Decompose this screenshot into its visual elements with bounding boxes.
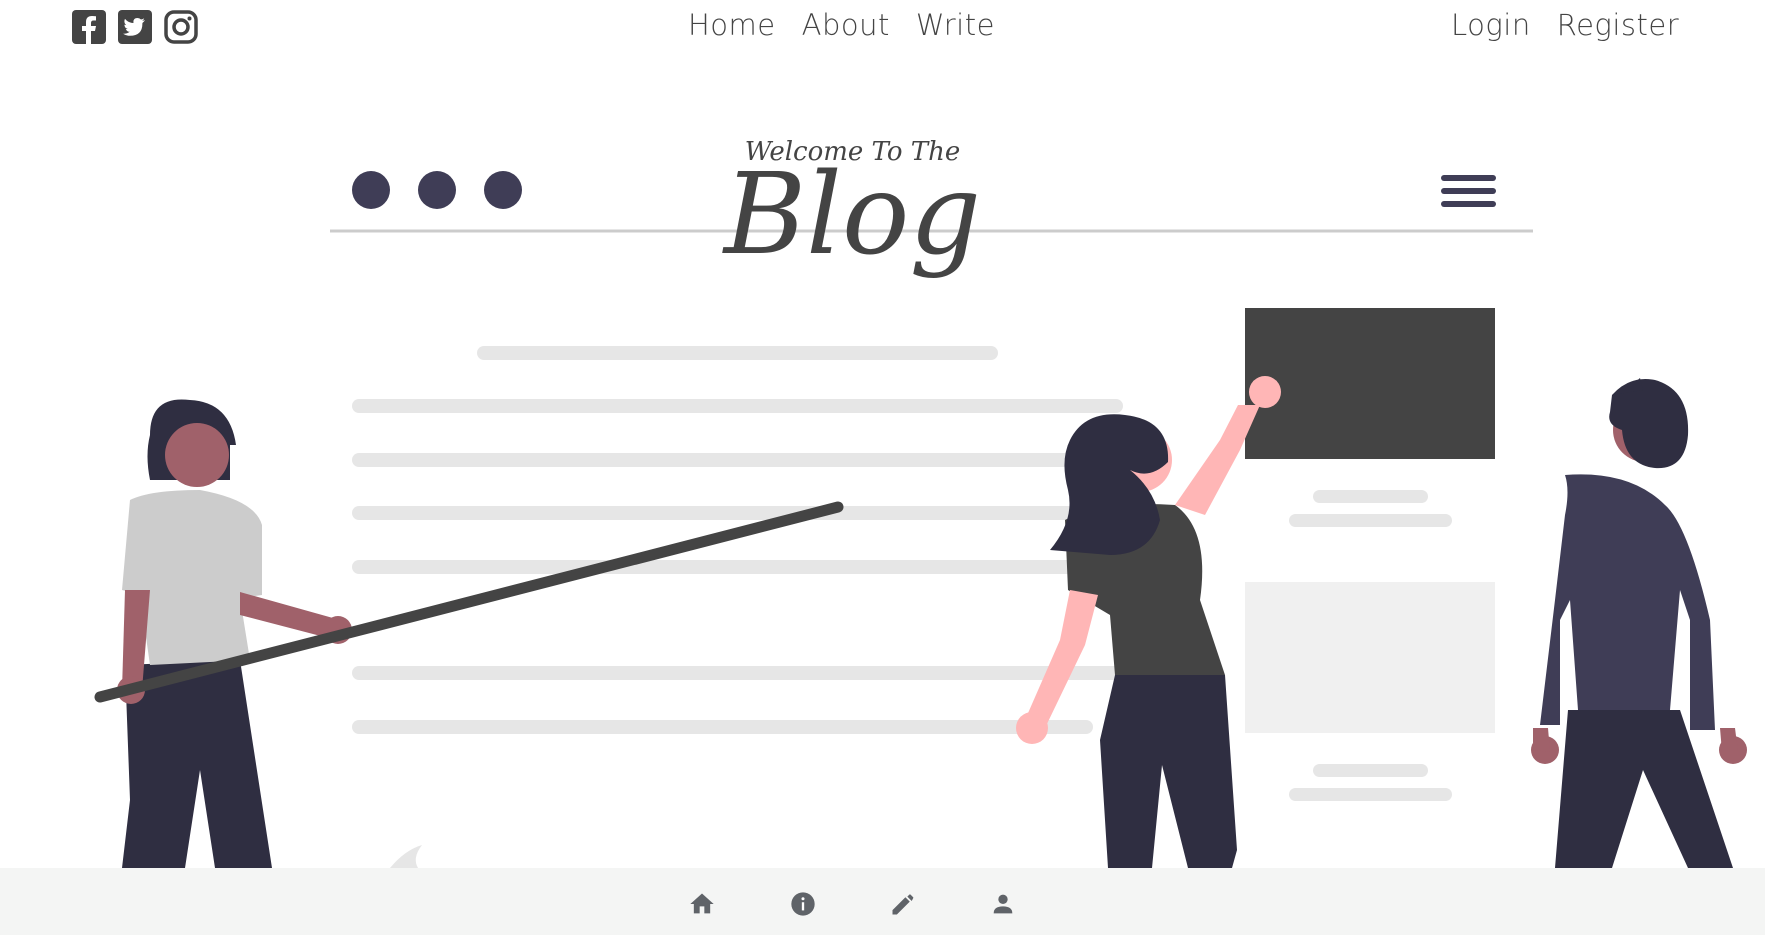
nav-register-link[interactable]: Register bbox=[1557, 8, 1679, 42]
info-icon[interactable] bbox=[789, 890, 817, 918]
person-icon[interactable] bbox=[989, 890, 1017, 918]
nav-write-link[interactable]: Write bbox=[916, 8, 995, 42]
edit-icon[interactable] bbox=[889, 890, 917, 918]
instagram-icon[interactable] bbox=[164, 10, 198, 44]
main-nav: Home About Write bbox=[688, 8, 995, 42]
auth-nav: Login Register bbox=[1451, 8, 1679, 42]
nav-home-link[interactable]: Home bbox=[688, 8, 776, 42]
top-navbar: Home About Write Login Register bbox=[0, 0, 1765, 60]
twitter-icon[interactable] bbox=[118, 10, 152, 44]
home-icon[interactable] bbox=[688, 890, 716, 918]
bottom-nav-bar bbox=[0, 868, 1765, 935]
social-links bbox=[72, 10, 198, 44]
hero-title: Blog bbox=[723, 150, 982, 280]
facebook-icon[interactable] bbox=[72, 10, 106, 44]
nav-login-link[interactable]: Login bbox=[1451, 8, 1531, 42]
nav-about-link[interactable]: About bbox=[802, 8, 890, 42]
